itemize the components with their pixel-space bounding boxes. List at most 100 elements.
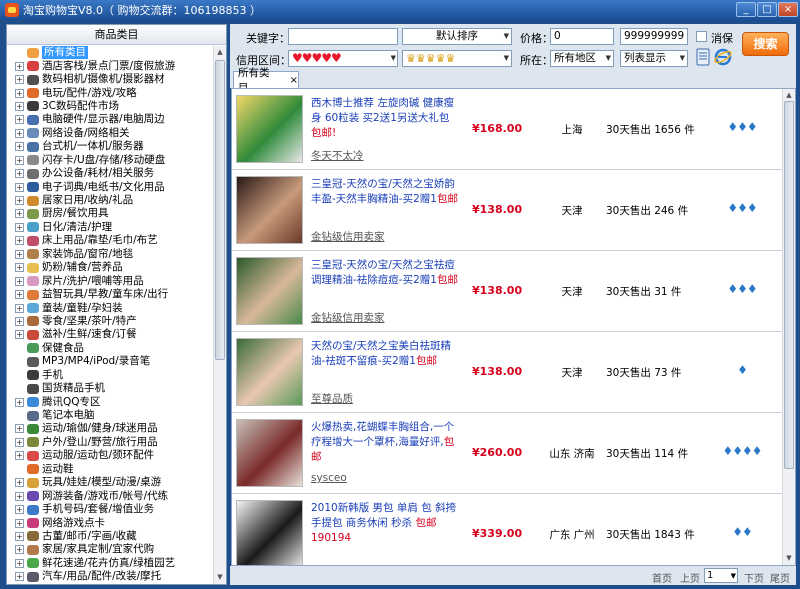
prev-page-link[interactable]: 上页 <box>680 570 700 585</box>
credit-from-select[interactable]: ♥♥♥♥♥ <box>288 50 398 67</box>
expand-plus-icon[interactable]: + <box>15 558 24 568</box>
product-row[interactable]: 三皇冠-天然の宝/天然之宝祛痘调理精油-祛除痘痘-买2赠1包邮 金钻级信用卖家 ¥1… <box>232 251 783 332</box>
sidebar-item[interactable]: + 电脑硬件/显示器/电脑周边 <box>7 113 214 126</box>
product-thumbnail[interactable] <box>236 338 303 406</box>
expand-plus-icon[interactable]: + <box>15 491 24 501</box>
expand-plus-icon[interactable]: + <box>15 196 24 206</box>
product-thumbnail[interactable] <box>236 257 303 325</box>
expand-plus-icon[interactable]: + <box>15 505 24 515</box>
product-thumbnail[interactable] <box>236 419 303 487</box>
tab-close-icon[interactable]: × <box>290 75 298 86</box>
location-select[interactable]: 所有地区 <box>550 50 614 67</box>
sidebar-item[interactable]: 手机 <box>7 369 214 382</box>
product-row[interactable]: 西木博士推荐 左旋肉碱 健康瘦身 60粒装 买2送1另送大礼包 包邮! 冬天不太冷… <box>232 89 783 170</box>
internet-explorer-icon[interactable] <box>714 48 732 66</box>
expand-plus-icon[interactable]: + <box>15 155 24 165</box>
sidebar-item[interactable]: + 台式机/一体机/服务器 <box>7 140 214 153</box>
expand-plus-icon[interactable]: + <box>15 236 24 246</box>
product-row[interactable]: 2010新韩版 男包 单肩 包 斜挎 手提包 商务休闲 秒杀 包邮190194 ¥… <box>232 494 783 565</box>
next-page-link[interactable]: 下页 <box>744 570 764 585</box>
category-scrollbar[interactable]: ▲ ▼ <box>213 46 226 584</box>
last-page-link[interactable]: 尾页 <box>770 570 790 585</box>
sidebar-item[interactable]: + 童装/童鞋/孕妇装 <box>7 301 214 314</box>
expand-plus-icon[interactable]: + <box>15 424 24 434</box>
price-min-input[interactable]: 0 <box>550 28 614 45</box>
sidebar-item[interactable]: + 网游装备/游戏币/帐号/代练 <box>7 489 214 502</box>
expand-plus-icon[interactable]: + <box>15 276 24 286</box>
sidebar-item[interactable]: + 玩具/娃娃/模型/动漫/桌游 <box>7 476 214 489</box>
sidebar-item[interactable]: + 滋补/生鲜/速食/订餐 <box>7 328 214 341</box>
minimize-button[interactable]: _ <box>736 2 756 17</box>
product-list-scroll-thumb[interactable] <box>784 101 794 469</box>
sidebar-item[interactable]: + 汽车/用品/配件/改装/摩托 <box>7 570 214 583</box>
sidebar-item[interactable]: 保健食品 <box>7 342 214 355</box>
product-title-link[interactable]: 三皇冠-天然の宝/天然之宝祛痘调理精油-祛除痘痘-买2赠1包邮 <box>311 258 461 288</box>
product-title-link[interactable]: 2010新韩版 男包 单肩 包 斜挎 手提包 商务休闲 秒杀 包邮190194 <box>311 501 461 546</box>
shop-name-link[interactable]: 至尊品质 <box>311 391 353 406</box>
product-row[interactable]: 火爆热卖,花蝴蝶丰胸组合,一个疗程增大一个罩杯,海量好评,包邮 sysceo ¥26… <box>232 413 783 494</box>
expand-plus-icon[interactable]: + <box>15 545 24 555</box>
shop-name-link[interactable]: 冬天不太冷 <box>311 148 364 163</box>
sidebar-item[interactable]: + 电子词典/电纸书/文化用品 <box>7 180 214 193</box>
shop-name-link[interactable]: sysceo <box>311 472 347 484</box>
expand-plus-icon[interactable]: + <box>15 290 24 300</box>
expand-plus-icon[interactable]: + <box>15 478 24 488</box>
sidebar-item[interactable]: + 床上用品/靠垫/毛巾/布艺 <box>7 234 214 247</box>
sidebar-item[interactable]: + 酒店客栈/景点门票/度假旅游 <box>7 59 214 72</box>
sidebar-item[interactable]: + 闪存卡/U盘/存储/移动硬盘 <box>7 154 214 167</box>
sidebar-item[interactable]: + 日化/清洁/护理 <box>7 221 214 234</box>
shop-name-link[interactable]: 金钻级信用卖家 <box>311 310 385 325</box>
expand-plus-icon[interactable]: + <box>15 303 24 313</box>
expand-plus-icon[interactable]: + <box>15 142 24 152</box>
sidebar-item[interactable]: MP3/MP4/iPod/录音笔 <box>7 355 214 368</box>
expand-plus-icon[interactable]: + <box>15 209 24 219</box>
product-list-scrollbar[interactable]: ▲ ▼ <box>782 89 795 565</box>
sidebar-item[interactable]: + 零食/坚果/茶叶/特产 <box>7 315 214 328</box>
sidebar-item[interactable]: + 网络设备/网络相关 <box>7 127 214 140</box>
product-title-link[interactable]: 火爆热卖,花蝴蝶丰胸组合,一个疗程增大一个罩杯,海量好评,包邮 <box>311 420 461 465</box>
sidebar-item[interactable]: + 手机号码/套餐/增值业务 <box>7 503 214 516</box>
product-title-link[interactable]: 西木博士推荐 左旋肉碱 健康瘦身 60粒装 买2送1另送大礼包 包邮! <box>311 96 461 141</box>
sidebar-item[interactable]: + 家装饰品/窗帘/地毯 <box>7 248 214 261</box>
credit-to-select[interactable]: ♛♛♛♛♛ <box>402 50 512 67</box>
expand-plus-icon[interactable]: + <box>15 531 24 541</box>
sidebar-item[interactable]: 所有类目 <box>7 46 214 60</box>
sidebar-item[interactable]: 运动鞋 <box>7 463 214 476</box>
sidebar-item[interactable]: + 网络游戏点卡 <box>7 516 214 529</box>
sort-select[interactable]: 默认排序 <box>402 28 512 45</box>
first-page-link[interactable]: 首页 <box>652 570 672 585</box>
scroll-up-arrow-icon[interactable]: ▲ <box>214 46 226 59</box>
price-max-input[interactable]: 999999999 <box>620 28 688 45</box>
expand-plus-icon[interactable]: + <box>15 249 24 259</box>
product-row[interactable]: 天然の宝/天然之宝美白祛斑精油-祛斑不留痕-买2赠1包邮 至尊品质 ¥138.00 天… <box>232 332 783 413</box>
expand-plus-icon[interactable]: + <box>15 397 24 407</box>
expand-plus-icon[interactable]: + <box>15 128 24 138</box>
expand-plus-icon[interactable]: + <box>15 572 24 582</box>
sidebar-item[interactable]: 笔记本电脑 <box>7 409 214 422</box>
sidebar-item[interactable]: + 电玩/配件/游戏/攻略 <box>7 86 214 99</box>
tab-all-categories[interactable]: 所有类目 × <box>233 67 299 94</box>
shop-name-link[interactable]: 金钻级信用卖家 <box>311 229 385 244</box>
consumer-protect-checkbox[interactable] <box>696 31 707 42</box>
close-button[interactable]: × <box>778 2 798 17</box>
page-number-select[interactable]: 1 <box>704 568 738 583</box>
product-thumbnail[interactable] <box>236 176 303 244</box>
keyword-input[interactable] <box>288 28 398 45</box>
expand-plus-icon[interactable]: + <box>15 263 24 273</box>
expand-plus-icon[interactable]: + <box>15 451 24 461</box>
sidebar-item[interactable]: + 鲜花速递/花卉仿真/绿植园艺 <box>7 557 214 570</box>
scroll-down-arrow-icon[interactable]: ▼ <box>783 552 795 565</box>
expand-plus-icon[interactable]: + <box>15 316 24 326</box>
expand-plus-icon[interactable]: + <box>15 75 24 85</box>
expand-plus-icon[interactable]: + <box>15 182 24 192</box>
expand-plus-icon[interactable]: + <box>15 437 24 447</box>
sidebar-item[interactable]: + 腾讯QQ专区 <box>7 395 214 408</box>
scroll-down-arrow-icon[interactable]: ▼ <box>214 571 226 584</box>
maximize-button[interactable]: □ <box>757 2 777 17</box>
sidebar-item[interactable]: + 运动服/运动包/颈环配件 <box>7 449 214 462</box>
sidebar-item[interactable]: + 运动/瑜伽/健身/球迷用品 <box>7 422 214 435</box>
sidebar-item[interactable]: +3C数码配件市场 <box>7 100 214 113</box>
sidebar-item[interactable]: + 数码相机/摄像机/摄影器材 <box>7 73 214 86</box>
expand-plus-icon[interactable]: + <box>15 101 24 111</box>
category-scroll-thumb[interactable] <box>215 60 225 360</box>
